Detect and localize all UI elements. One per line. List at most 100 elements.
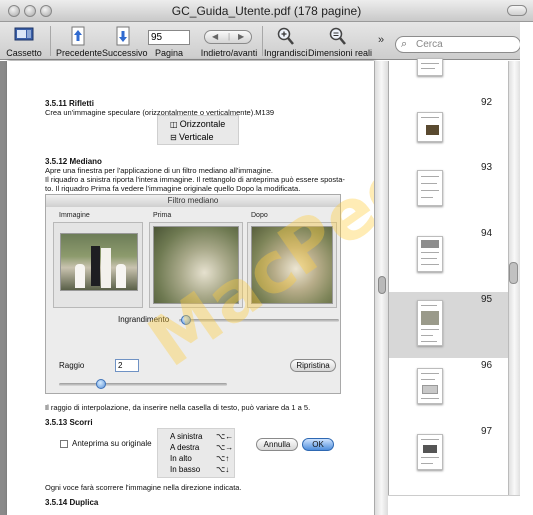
zoom-slider-label: Ingrandimento xyxy=(118,315,170,324)
previous-label: Precedente xyxy=(56,48,103,58)
thumb-line xyxy=(421,252,439,253)
page-number-label: 92 xyxy=(481,97,493,108)
dialog-title: Filtro mediano xyxy=(46,195,340,207)
toolbar-toggle-button[interactable] xyxy=(507,5,527,16)
document-area[interactable]: 3.5.11 Rifletti Crea un'immagine specula… xyxy=(0,61,459,515)
section-heading-rifletti: 3.5.11 Rifletti xyxy=(45,99,94,108)
scroll-menu-image: A sinistra ⌥← A destra ⌥→ In alto ⌥↑ In … xyxy=(157,428,235,478)
before-panel xyxy=(149,222,243,308)
thumbnail-scrollbar-thumb[interactable] xyxy=(509,262,518,284)
before-column-label: Prima xyxy=(153,212,172,219)
next-label: Successivo xyxy=(102,48,148,58)
median-filter-dialog-image: Filtro mediano Immagine Prima Dopo Ingra… xyxy=(45,194,341,451)
thumb-line xyxy=(421,197,433,198)
scroll-item-up-shortcut: ⌥↑ xyxy=(216,454,230,463)
flip-horizontal-icon: ◫ xyxy=(170,120,180,129)
scroll-item-left: A sinistra xyxy=(170,432,203,441)
thumb-line xyxy=(421,439,439,440)
back-forward-segmented-control[interactable]: ◀ | ▶ xyxy=(204,30,252,44)
section-heading-scorri: 3.5.13 Scorri xyxy=(45,418,93,427)
thumb-line xyxy=(421,373,439,374)
actual-size-magnifier-icon xyxy=(328,26,348,46)
paragraph-scorri: Ogni voce farà scorrere l'immagine nella… xyxy=(45,483,242,492)
back-forward-label: Indietro/avanti xyxy=(200,48,258,58)
thumb-line xyxy=(421,329,439,330)
thumb-line xyxy=(421,463,433,464)
zoom-window-button[interactable] xyxy=(40,5,52,17)
page-number-input[interactable] xyxy=(148,30,190,45)
page-number-label: 93 xyxy=(481,162,493,173)
scroll-item-up: In alto xyxy=(170,454,192,463)
thumbnail-page-96[interactable]: 96 xyxy=(389,358,508,424)
page-number-label: 97 xyxy=(481,426,493,437)
section-heading-duplica: 3.5.14 Duplica xyxy=(45,498,99,507)
orizzontale-label: Orizzontale xyxy=(179,119,226,129)
thumbnail-page-95[interactable]: 95 xyxy=(389,292,508,358)
flip-vertical-icon: ⊟ xyxy=(170,133,179,142)
preview-checkbox xyxy=(60,440,68,448)
page-thumbnail xyxy=(417,368,443,404)
search-icon: ⌕ xyxy=(401,38,408,50)
thumb-image xyxy=(423,445,437,453)
image-column-label: Immagine xyxy=(59,212,90,219)
radius-input: 2 xyxy=(115,359,139,372)
paragraph-raggio: Il raggio di interpolazione, da inserire… xyxy=(45,403,311,412)
forward-arrow-icon[interactable]: ▶ xyxy=(238,31,244,43)
zoom-slider-knob xyxy=(181,315,191,325)
actual-size-label: Dimensioni reali xyxy=(308,48,373,58)
after-panel xyxy=(247,222,337,308)
split-view-handle[interactable] xyxy=(378,276,386,294)
thumbnail-page-93[interactable]: 93 xyxy=(389,160,508,226)
image-panel xyxy=(53,222,143,308)
page-thumbnail xyxy=(417,236,443,272)
menu-item-verticale: ⊟ Verticale xyxy=(170,132,213,142)
figure-child-left xyxy=(75,264,85,288)
thumb-line xyxy=(421,264,439,265)
thumb-line xyxy=(421,335,433,336)
window-right-edge xyxy=(520,22,533,515)
search-field[interactable]: ⌕ Cerca xyxy=(395,36,521,53)
title-bar[interactable]: GC_Guida_Utente.pdf (178 pagine) xyxy=(0,0,533,22)
back-arrow-icon[interactable]: ◀ xyxy=(212,31,218,43)
drawer-icon xyxy=(14,26,34,46)
thumbnail-page-94[interactable]: 94 xyxy=(389,226,508,292)
preview-window: GC_Guida_Utente.pdf (178 pagine) Cassett… xyxy=(0,0,533,515)
section-heading-mediano: 3.5.12 Mediano xyxy=(45,157,102,166)
ok-button: OK xyxy=(302,438,334,451)
wedding-photo xyxy=(60,233,138,291)
thumb-image xyxy=(421,240,439,248)
minimize-window-button[interactable] xyxy=(24,5,36,17)
radius-label: Raggio xyxy=(59,361,85,370)
thumb-line xyxy=(421,176,439,177)
thumb-line xyxy=(421,341,437,342)
page-thumbnail xyxy=(417,434,443,470)
scroll-item-down-shortcut: ⌥↓ xyxy=(216,465,230,474)
close-window-button[interactable] xyxy=(8,5,20,17)
arrow-down-icon xyxy=(115,26,131,46)
thumb-image xyxy=(426,125,439,135)
zoom-in-magnifier-icon xyxy=(276,26,296,46)
reflect-menu-image: ◫ Orizzontale ⊟ Verticale xyxy=(157,115,239,145)
drawer-label: Cassetto xyxy=(6,48,42,58)
window-title: GC_Guida_Utente.pdf (178 pagine) xyxy=(171,4,362,18)
thumb-line xyxy=(421,117,439,118)
search-placeholder: Cerca xyxy=(416,39,443,50)
page-thumbnail xyxy=(417,58,443,76)
toolbar-overflow-button[interactable]: » xyxy=(374,34,388,46)
thumbnail-page-97[interactable]: 97 xyxy=(389,424,508,490)
thumb-line xyxy=(421,190,439,191)
figure-bride xyxy=(101,248,111,288)
thumb-image xyxy=(422,385,438,394)
segment-divider: | xyxy=(228,32,231,41)
page-number-label: 94 xyxy=(481,228,493,239)
thumb-line xyxy=(421,258,437,259)
radius-slider-knob xyxy=(96,379,106,389)
thumb-line xyxy=(421,183,437,184)
page-number-label: 96 xyxy=(481,360,493,371)
thumb-line xyxy=(421,305,437,306)
after-column-label: Dopo xyxy=(251,212,268,219)
page-number-label: 95 xyxy=(481,294,493,305)
toolbar-separator xyxy=(262,26,263,56)
figure-child-right xyxy=(116,264,126,288)
scroll-item-down: In basso xyxy=(170,465,201,474)
